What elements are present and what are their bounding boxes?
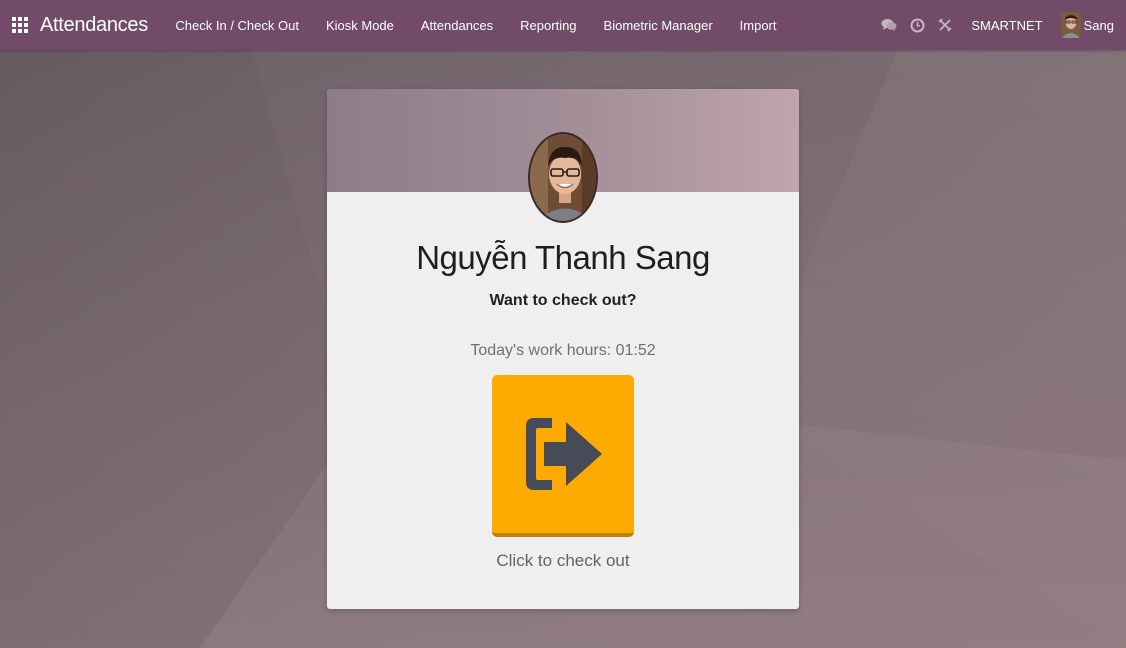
apps-menu-icon[interactable] xyxy=(12,17,28,33)
top-navbar: Attendances Check In / Check Out Kiosk M… xyxy=(0,0,1126,50)
systray: SMARTNET Sang xyxy=(875,0,1126,50)
check-out-button[interactable] xyxy=(492,375,634,537)
menu-reporting[interactable]: Reporting xyxy=(507,0,590,50)
check-out-caption: Click to check out xyxy=(496,551,630,570)
main-menu: Check In / Check Out Kiosk Mode Attendan… xyxy=(162,0,790,50)
menu-check-in-check-out[interactable]: Check In / Check Out xyxy=(162,0,313,50)
checkout-question: Want to check out? xyxy=(489,292,637,309)
menu-biometric-manager[interactable]: Biometric Manager xyxy=(590,0,726,50)
employee-name: Nguyễn Thanh Sang xyxy=(416,239,710,276)
sign-out-icon xyxy=(526,418,602,490)
menu-kiosk-mode[interactable]: Kiosk Mode xyxy=(312,0,407,50)
user-menu[interactable]: Sang xyxy=(1060,12,1126,38)
user-avatar xyxy=(1060,12,1081,38)
company-switcher[interactable]: SMARTNET xyxy=(959,18,1060,33)
user-name: Sang xyxy=(1083,17,1114,33)
todays-work-hours: Today's work hours: 01:52 xyxy=(470,342,656,359)
kiosk-checkout-card: Nguyễn Thanh Sang Want to check out? Tod… xyxy=(327,89,799,609)
debug-icon[interactable] xyxy=(931,0,959,50)
app-title[interactable]: Attendances xyxy=(40,14,148,37)
employee-avatar xyxy=(528,132,598,223)
chat-icon[interactable] xyxy=(875,0,903,50)
activity-clock-icon[interactable] xyxy=(903,0,931,50)
menu-import[interactable]: Import xyxy=(726,0,790,50)
menu-attendances[interactable]: Attendances xyxy=(407,0,506,50)
